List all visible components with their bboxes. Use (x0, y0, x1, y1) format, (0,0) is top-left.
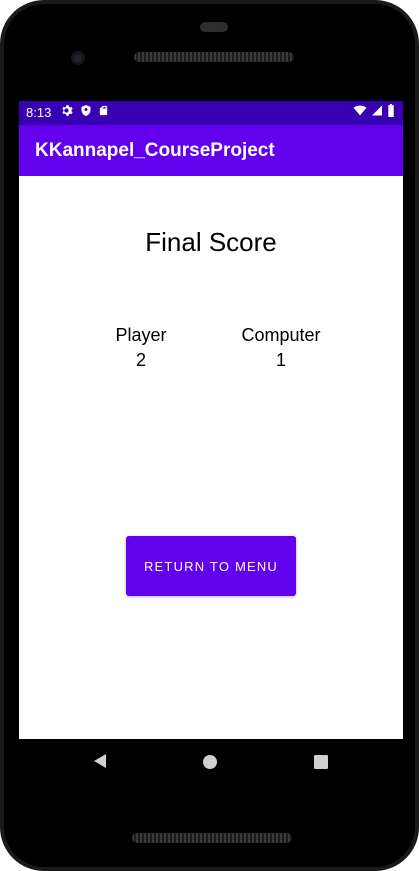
app-bar: KKannapel_CourseProject (19, 125, 403, 176)
screen: 8:13 KKannapel_CourseProject Final Score… (19, 101, 403, 739)
battery-icon (388, 104, 394, 117)
earpiece (200, 22, 228, 32)
bottom-speaker-grille (132, 833, 292, 843)
player-score-column: Player 2 (101, 323, 181, 373)
front-camera (71, 51, 85, 65)
app-title: KKannapel_CourseProject (35, 140, 275, 161)
top-speaker-grille (134, 52, 294, 62)
sd-card-icon (99, 105, 108, 116)
back-icon[interactable] (92, 753, 108, 769)
status-time: 8:13 (26, 105, 52, 120)
return-to-menu-button[interactable]: RETURN TO MENU (126, 536, 296, 596)
device-frame: 8:13 KKannapel_CourseProject Final Score… (0, 0, 419, 871)
shield-icon (81, 105, 91, 116)
navigation-bar (19, 739, 403, 784)
computer-label: Computer (241, 325, 321, 345)
status-icons-left (61, 104, 109, 117)
gear-icon (62, 105, 73, 116)
status-icons-right (353, 104, 395, 117)
recents-icon[interactable] (314, 755, 328, 769)
computer-score-column: Computer 1 (231, 323, 331, 373)
player-score: 2 (135, 350, 146, 370)
player-label: Player (115, 325, 167, 345)
wifi-icon (353, 105, 367, 116)
status-bar: 8:13 (19, 101, 403, 125)
final-score-title: Final Score (145, 227, 277, 257)
home-icon[interactable] (203, 755, 217, 769)
computer-score: 1 (275, 350, 286, 370)
cell-signal-icon (372, 105, 382, 116)
